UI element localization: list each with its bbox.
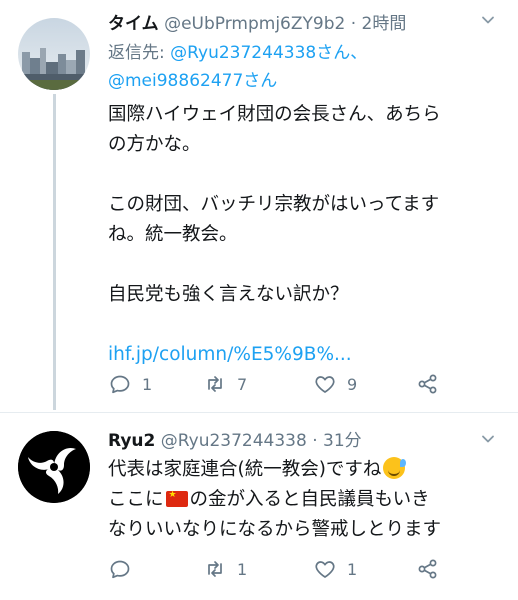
- sweat-smile-emoji: [383, 457, 407, 479]
- like-button[interactable]: 9: [313, 370, 357, 398]
- tweet-text: 代表は家庭連合(統一教会)ですね ここに の金が入ると自民議員もいき なりいいなり…: [108, 455, 503, 545]
- tweet-text-line: の方かな。: [108, 134, 201, 155]
- tweet-text-segment: の金が入ると自民議員もいき: [189, 489, 430, 510]
- tweet-text-line: ね。統一教会。: [108, 224, 238, 245]
- heart-icon: [315, 561, 335, 578]
- like-count: 1: [347, 559, 358, 579]
- chevron-down-icon[interactable]: [480, 12, 496, 28]
- share-icon: [418, 374, 437, 394]
- tweet-text: 国際ハイウェイ財団の会長さん、あちら の方かな。 この財団、バッチリ宗教がはいっ…: [108, 100, 503, 370]
- timestamp[interactable]: 2時間: [362, 14, 407, 34]
- retweet-button[interactable]: 7: [203, 370, 247, 398]
- retweet-count: 7: [237, 374, 248, 394]
- user-handle[interactable]: @eUbPrmpmj6ZY9b2: [164, 14, 345, 34]
- reply-to-prefix: 返信先:: [108, 43, 171, 63]
- avatar[interactable]: [18, 431, 90, 503]
- tweet-text-line: 国際ハイウェイ財団の会長さん、あちら: [108, 104, 441, 125]
- timestamp[interactable]: 31分: [323, 431, 362, 451]
- avatar-cityscape-image: [18, 18, 90, 90]
- tweet-link[interactable]: ihf.jp/column/%E5%9B%...: [108, 340, 503, 370]
- reply-mention-mei[interactable]: @mei98862477さん: [108, 71, 277, 91]
- tweet-text-segment: 代表は家庭連合(統一教会)ですね: [108, 459, 382, 480]
- share-button[interactable]: [416, 370, 450, 398]
- tweet-2[interactable]: Ryu2 @Ryu237244338 · 31分 代表は家庭連合(統一教会)です…: [0, 413, 518, 600]
- retweet-count: 1: [237, 559, 248, 579]
- reply-button[interactable]: 1: [108, 555, 142, 583]
- reply-to-line-1: 返信先: @Ryu237244338さん、: [108, 40, 367, 66]
- reply-to-line-2: @mei98862477さん: [108, 68, 277, 94]
- china-flag-emoji: [165, 491, 188, 507]
- separator-dot: ·: [350, 14, 357, 34]
- heart-icon: [315, 376, 335, 393]
- display-name[interactable]: Ryu2: [108, 431, 155, 451]
- tweet-actions: 1 1 1: [108, 555, 478, 583]
- tweet-text-line: 代表は家庭連合(統一教会)ですね: [108, 455, 503, 485]
- tweet-actions: 1 7 9: [108, 370, 478, 398]
- avatar[interactable]: [18, 18, 90, 90]
- display-name[interactable]: タイム: [108, 14, 159, 34]
- reply-button[interactable]: 1: [108, 370, 152, 398]
- tweet-1[interactable]: タイム @eUbPrmpmj6ZY9b2 · 2時間 返信先: @Ryu2372…: [0, 0, 518, 410]
- thread-line: [53, 94, 56, 410]
- tweet-text-line: なりいいなりになるから警戒しとります: [108, 519, 442, 540]
- chevron-down-icon[interactable]: [480, 431, 496, 447]
- reply-icon: [110, 375, 130, 394]
- reply-count: 1: [142, 374, 153, 394]
- reply-mention-ryu[interactable]: @Ryu237244338さん、: [170, 43, 367, 63]
- retweet-icon: [208, 561, 222, 577]
- tweet-text-line: [108, 160, 503, 190]
- retweet-icon: [208, 376, 222, 392]
- tweet-text-line: この財団、バッチリ宗教がはいってます: [108, 194, 440, 215]
- separator-dot: ·: [312, 431, 318, 451]
- tweet-text-line: ここに の金が入ると自民議員もいき: [108, 485, 503, 515]
- user-handle[interactable]: @Ryu237244338: [161, 431, 307, 451]
- tweet-text-line: [108, 250, 503, 280]
- tweet-header: タイム @eUbPrmpmj6ZY9b2 · 2時間: [108, 12, 482, 36]
- like-count: 9: [347, 374, 358, 394]
- like-button[interactable]: 1: [313, 555, 357, 583]
- reply-icon: [110, 560, 130, 579]
- share-icon: [418, 559, 437, 579]
- retweet-button[interactable]: 1: [203, 555, 247, 583]
- share-button[interactable]: [416, 555, 450, 583]
- tweet-text-line: [108, 310, 503, 340]
- tweet-text-line: 自民党も強く言えない訳か？: [108, 284, 349, 305]
- tweet-header: Ryu2 @Ryu237244338 · 31分: [108, 429, 482, 453]
- mitsudomoe-logo-icon: [18, 431, 90, 503]
- tweet-text-segment: ここに: [108, 489, 164, 510]
